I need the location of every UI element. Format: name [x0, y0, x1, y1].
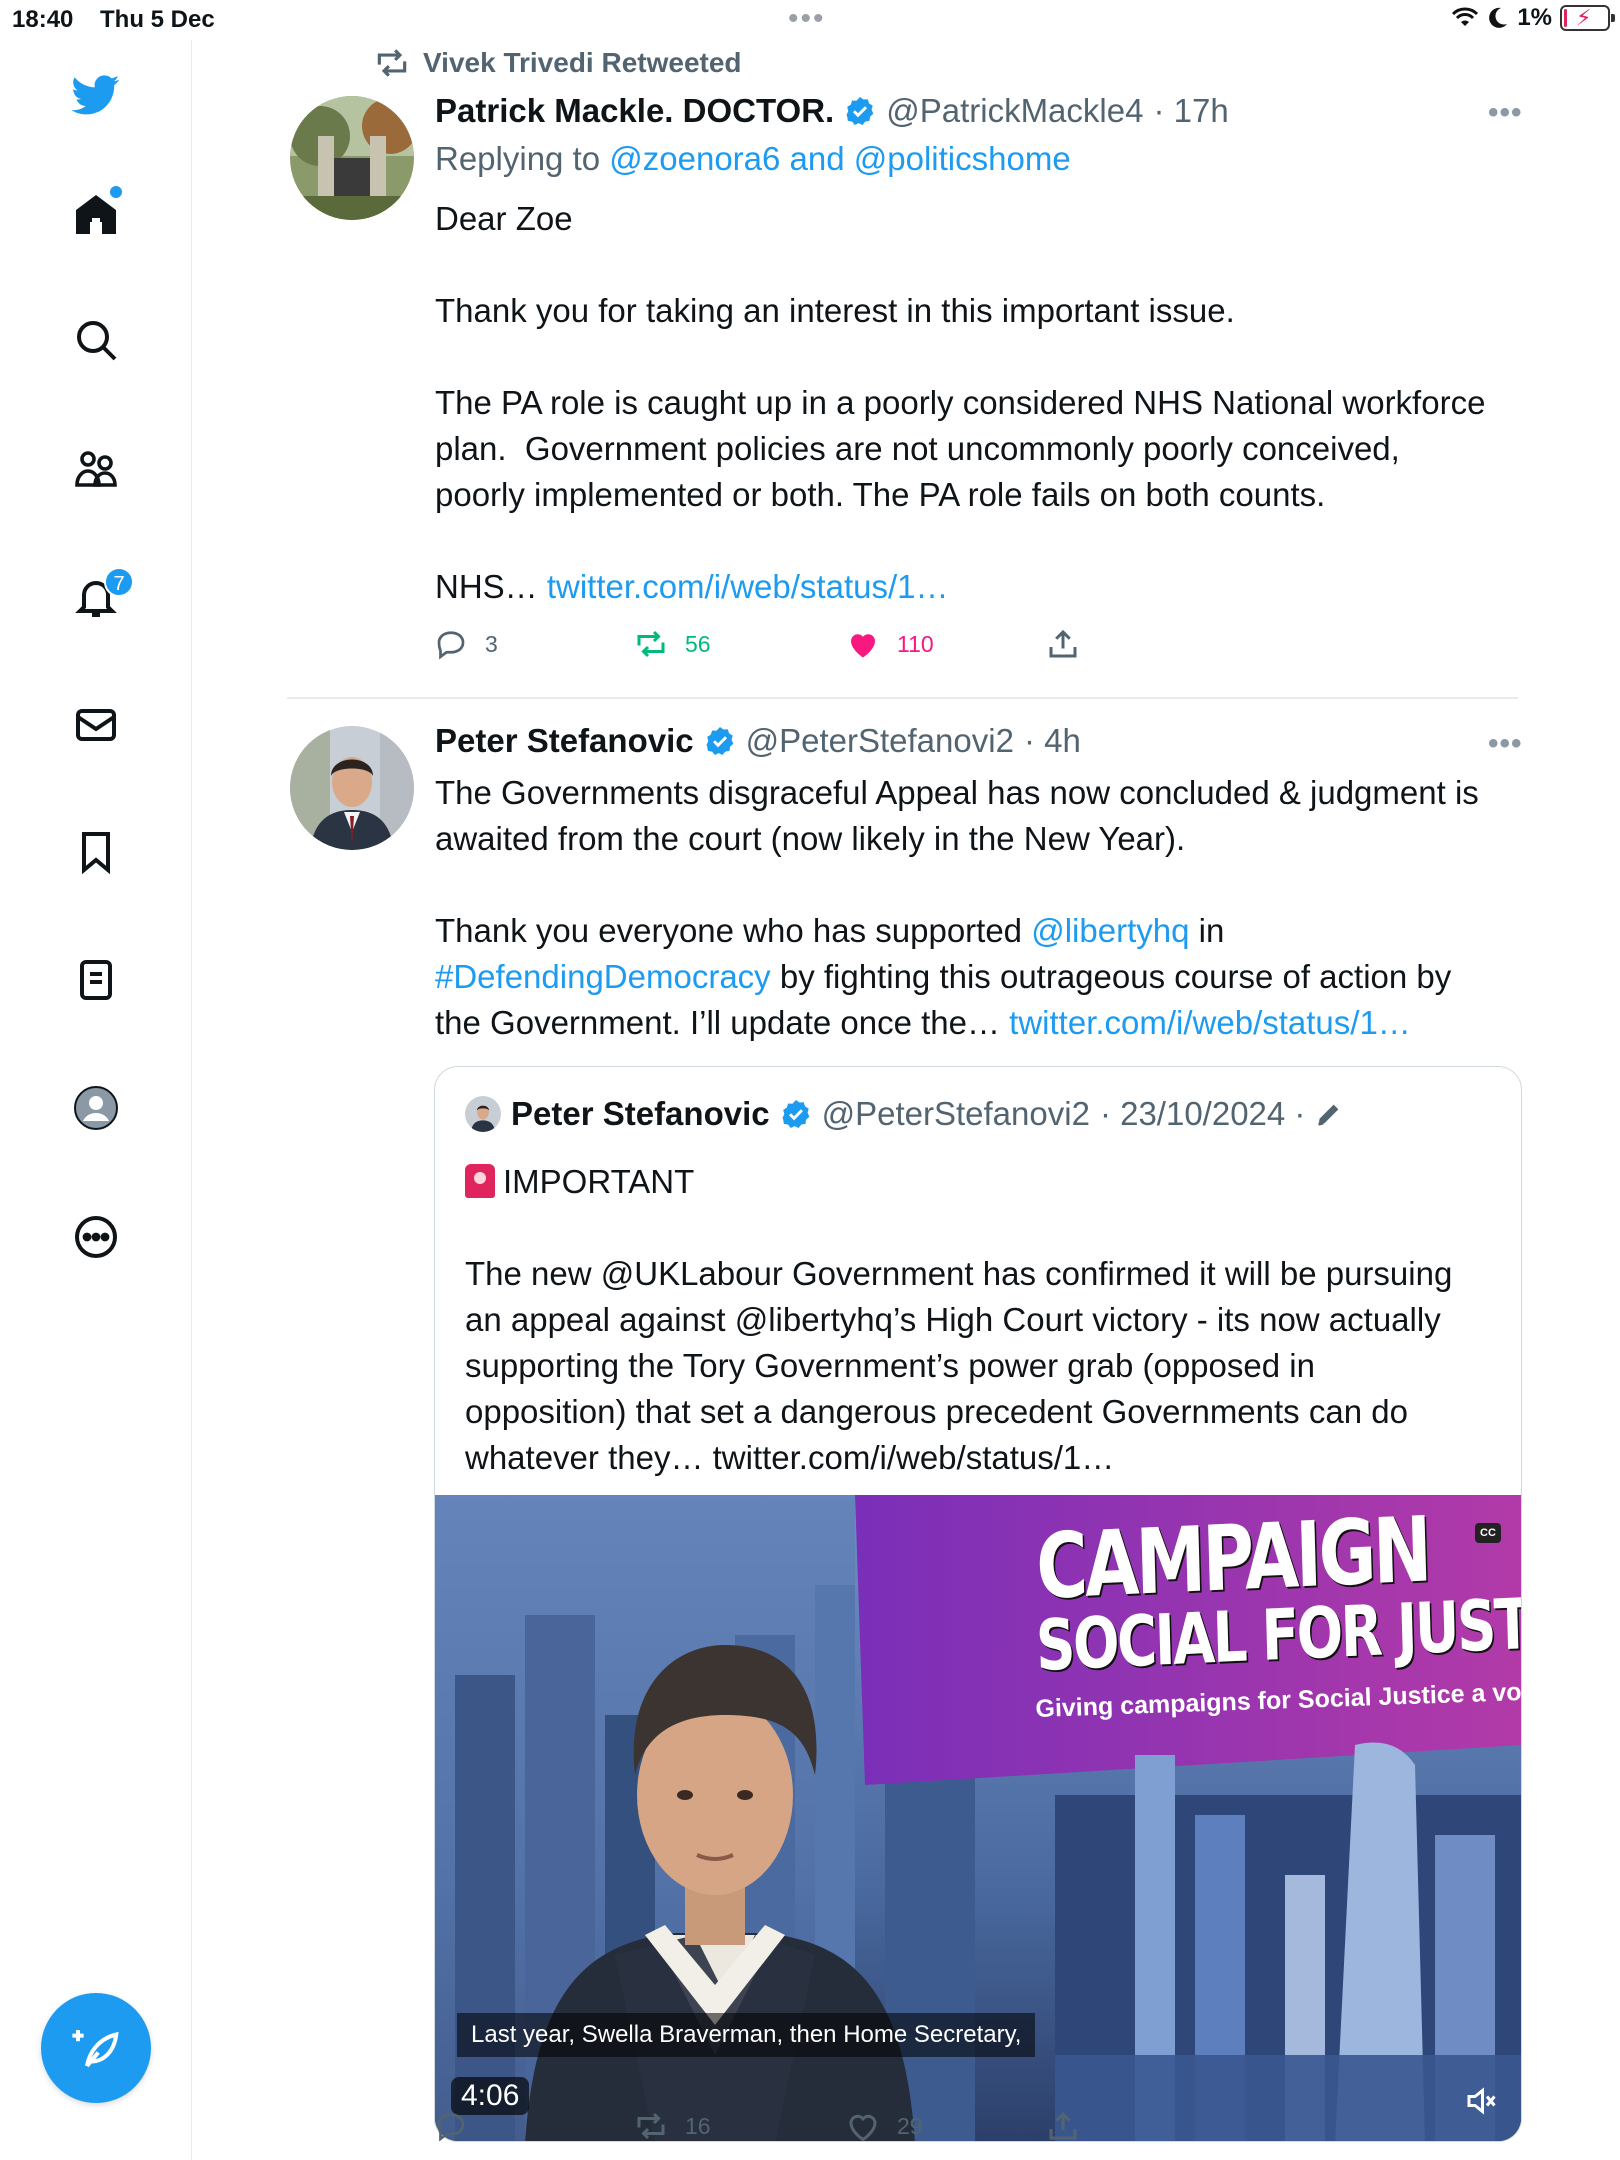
quoted-heading: IMPORTANT — [503, 1163, 695, 1200]
edited-pencil-icon — [1318, 1104, 1339, 1126]
reply-icon — [437, 2113, 465, 2142]
reply-count: 3 — [485, 630, 498, 657]
share-icon — [1049, 629, 1077, 658]
status-indicators: 1% ⚡ — [1451, 4, 1615, 32]
quoted-date: · 23/10/2024 · — [1099, 1095, 1306, 1132]
heart-filled-icon — [851, 634, 875, 658]
replying-to-mentions[interactable]: @zoenora6 and @politicshome — [609, 140, 1070, 177]
author-handle[interactable]: @PatrickMackle4 — [886, 92, 1143, 130]
like-button[interactable]: 29 — [845, 2108, 1045, 2144]
moon-icon — [1489, 7, 1508, 28]
home-unread-dot — [110, 186, 122, 198]
replying-prefix: Replying to — [435, 140, 610, 177]
quoted-avatar — [465, 1096, 501, 1132]
avatar[interactable] — [290, 96, 414, 220]
reply-button[interactable]: 3 — [433, 626, 633, 662]
notifications-badge: 7 — [104, 567, 134, 597]
tweet-more-icon[interactable]: ••• — [1488, 727, 1523, 761]
like-count: 29 — [897, 2112, 923, 2139]
quoted-tweet-text: IMPORTANT The new @UKLabour Government h… — [465, 1159, 1495, 1481]
author-handle[interactable]: @PeterStefanovi2 — [746, 722, 1014, 760]
video-player[interactable]: CAMPAIGN SOCIAL FOR JUSTICE Giving campa… — [435, 1495, 1521, 2141]
retweet-context[interactable]: Vivek Trivedi Retweeted — [373, 44, 742, 82]
tweet-time[interactable]: · 4h — [1024, 722, 1081, 760]
mention-link[interactable]: @libertyhq — [1031, 912, 1189, 949]
quoted-author-handle: @PeterStefanovi2 — [821, 1095, 1090, 1132]
like-button[interactable]: 110 — [845, 626, 1045, 662]
share-icon — [1049, 2111, 1077, 2140]
like-count: 110 — [897, 630, 934, 657]
replying-to: Replying to @zoenora6 and @politicshome — [435, 140, 1071, 178]
closed-captions-icon[interactable]: CC — [1475, 1523, 1501, 1543]
retweet-icon — [377, 49, 407, 77]
tweet-body: Dear Zoe Thank you for taking an interes… — [435, 200, 1486, 605]
quoted-tweet[interactable]: Peter Stefanovic @PeterStefanovi2 · 23/1… — [434, 1066, 1522, 2142]
timeline: Vivek Trivedi Retweeted Patrick Mackle. … — [193, 40, 1620, 2160]
tweet-time[interactable]: · 17h — [1153, 92, 1228, 130]
multitasking-dots-icon[interactable]: ••• — [788, 2, 826, 36]
battery-icon: ⚡ — [1560, 5, 1615, 31]
quoted-author-name: Peter Stefanovic — [511, 1095, 770, 1132]
status-date: Thu 5 Dec — [100, 6, 215, 33]
tweet-body-b: in — [1198, 912, 1225, 949]
video-caption: Last year, Swella Braverman, then Home S… — [457, 2013, 1036, 2057]
bookmarks-icon[interactable] — [62, 818, 130, 886]
charging-bolt-icon: ⚡ — [1576, 5, 1592, 30]
battery-percent: 1% — [1517, 4, 1552, 31]
compose-button[interactable] — [41, 1993, 151, 2103]
wifi-icon — [1452, 7, 1479, 26]
tweet-text: Dear Zoe Thank you for taking an interes… — [435, 196, 1535, 610]
tweet-actions: 16 29 — [433, 2108, 1081, 2144]
quoted-body: The new @UKLabour Government has confirm… — [465, 1255, 1453, 1476]
share-button[interactable] — [1045, 2108, 1081, 2144]
quoted-tweet-header: Peter Stefanovic @PeterStefanovi2 · 23/1… — [465, 1095, 1343, 1133]
mute-icon[interactable] — [1461, 2083, 1501, 2119]
retweet-count: 16 — [685, 2112, 711, 2139]
verified-badge-icon — [844, 95, 876, 127]
home-icon[interactable] — [62, 180, 130, 248]
profile-icon[interactable] — [62, 1074, 130, 1142]
heart-icon — [849, 2114, 877, 2142]
avatar[interactable] — [290, 726, 414, 850]
tweet-link[interactable]: twitter.com/i/web/status/1… — [1009, 1004, 1411, 1041]
tweet-text: The Governments disgraceful Appeal has n… — [435, 770, 1535, 1046]
reply-button[interactable] — [433, 2108, 633, 2144]
messages-icon[interactable] — [62, 691, 130, 759]
lists-icon[interactable] — [62, 946, 130, 1014]
tweet-header: Peter Stefanovic @PeterStefanovi2 · 4h — [435, 722, 1081, 760]
status-bar: 18:40 Thu 5 Dec ••• 1% ⚡ — [0, 0, 1620, 40]
tweet-header: Patrick Mackle. DOCTOR. @PatrickMackle4 … — [435, 92, 1229, 130]
retweet-icon — [637, 630, 665, 658]
retweet-icon — [637, 2112, 665, 2140]
retweet-count: 56 — [685, 630, 711, 657]
status-time: 18:40 — [12, 6, 74, 33]
retweet-button[interactable]: 56 — [633, 626, 845, 662]
tweet-link[interactable]: twitter.com/i/web/status/1… — [547, 568, 949, 605]
tweet-more-icon[interactable]: ••• — [1488, 96, 1523, 130]
more-icon[interactable] — [62, 1203, 130, 1271]
twitter-bird-icon[interactable] — [62, 60, 130, 128]
reply-icon — [437, 631, 465, 660]
retweeted-by-label: Vivek Trivedi Retweeted — [423, 47, 742, 78]
hashtag-link[interactable]: #DefendingDemocracy — [435, 958, 771, 995]
siren-emoji-icon — [465, 1164, 495, 1198]
communities-icon[interactable] — [62, 435, 130, 503]
share-button[interactable] — [1045, 626, 1081, 662]
verified-badge-icon — [704, 725, 736, 757]
retweet-button[interactable]: 16 — [633, 2108, 845, 2144]
search-icon[interactable] — [62, 306, 130, 374]
sidebar: 7 — [0, 40, 192, 2160]
author-name[interactable]: Peter Stefanovic — [435, 722, 694, 760]
battery-level-fill — [1564, 9, 1567, 27]
tweet-divider — [287, 697, 1518, 699]
compose-icon — [72, 2030, 119, 2068]
tweet-actions: 3 56 110 — [433, 626, 1081, 662]
author-name[interactable]: Patrick Mackle. DOCTOR. — [435, 92, 834, 130]
verified-badge-icon — [780, 1098, 812, 1130]
notifications-icon[interactable]: 7 — [62, 563, 134, 631]
tweet-body-a: The Governments disgraceful Appeal has n… — [435, 774, 1479, 949]
